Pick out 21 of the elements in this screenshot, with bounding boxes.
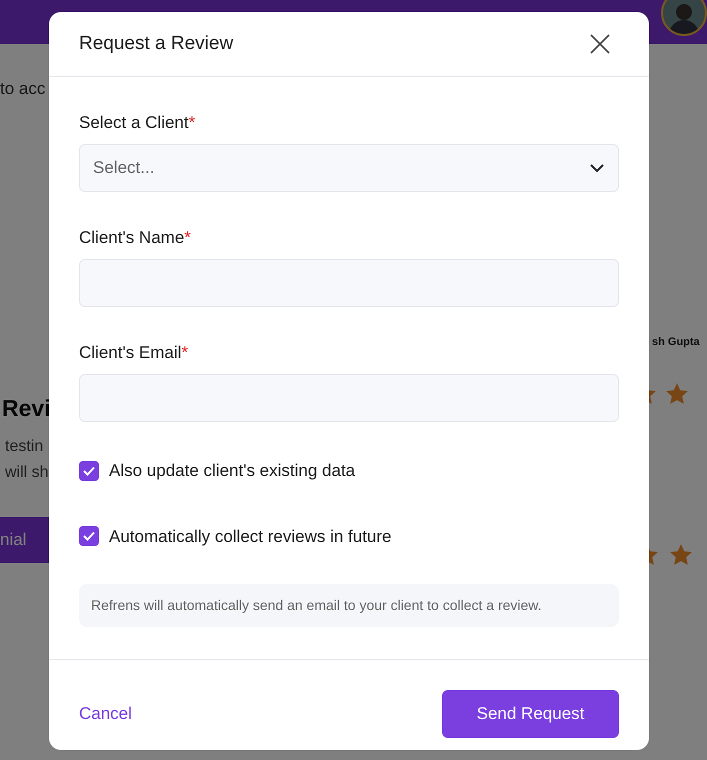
field-label: Client's Name* [79, 227, 192, 247]
section-heading: Revi [2, 394, 51, 423]
input-field[interactable] [79, 374, 619, 422]
checkbox-label: Automatically collect reviews in future [109, 526, 392, 548]
field-label: Select a Client* [79, 112, 196, 132]
intro-text: to acc [0, 78, 46, 100]
reviewer-name: sh Gupta [651, 335, 701, 350]
checkmark-icon [82, 529, 96, 544]
dialog-title: Request a Review [79, 32, 234, 56]
checkbox[interactable] [79, 526, 99, 546]
close-icon[interactable] [589, 33, 611, 55]
info-note: Refrens will automatically send an email to your client to collect a review. [79, 584, 619, 627]
chevron-down-icon [589, 163, 605, 173]
checkbox[interactable] [79, 460, 99, 481]
field-label: Client's Email* [79, 342, 190, 362]
client-select[interactable]: Select... [79, 144, 619, 192]
description-text: testin will sh [5, 437, 49, 483]
cancel-link[interactable]: Cancel [79, 701, 132, 727]
checkbox-label: Also update client's existing data [109, 460, 356, 482]
send-request-button[interactable]: Send Request [442, 690, 619, 738]
input-field[interactable] [79, 259, 619, 307]
